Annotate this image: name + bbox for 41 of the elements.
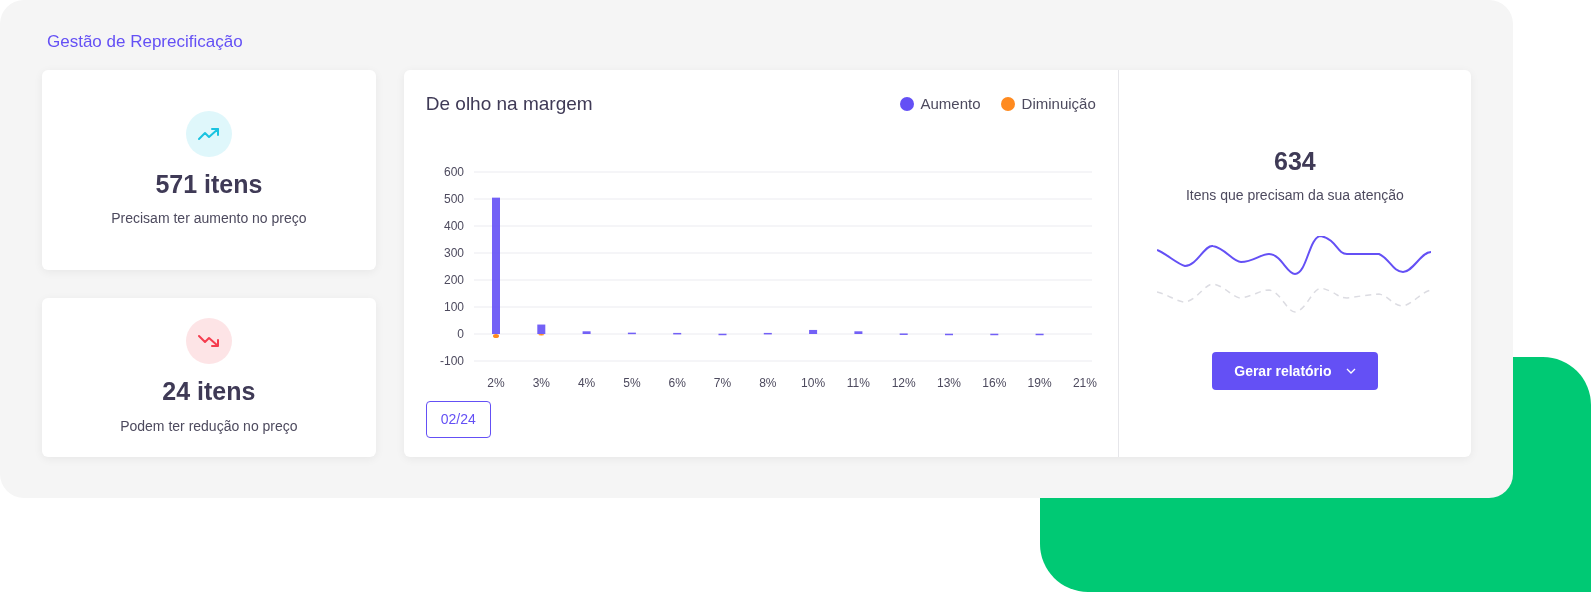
- attention-count: 634: [1274, 146, 1316, 177]
- trending-up-icon: [197, 126, 220, 141]
- x-axis-label: 21%: [1072, 375, 1097, 390]
- x-axis-label: 4%: [577, 375, 596, 390]
- x-axis-label: 16%: [982, 375, 1007, 390]
- x-axis-label: 12%: [891, 375, 916, 390]
- y-axis-label: -100: [439, 353, 464, 368]
- x-axis-label: 13%: [936, 375, 961, 390]
- y-axis-label: 500: [443, 191, 464, 206]
- x-axis-label: 8%: [758, 375, 777, 390]
- y-axis-label: 100: [443, 299, 464, 314]
- legend-label: Aumento: [920, 94, 981, 114]
- y-axis-label: 200: [443, 272, 464, 287]
- bar: [899, 332, 908, 335]
- card-caption: Podem ter redução no preço: [120, 416, 298, 436]
- bar: [582, 330, 591, 334]
- item-count: 571 itens: [155, 168, 263, 200]
- period-button[interactable]: 02/24: [425, 400, 491, 438]
- x-axis-label: 5%: [623, 375, 641, 390]
- card-caption: Precisam ter aumento no preço: [111, 209, 307, 229]
- y-axis-label: 600: [443, 164, 464, 179]
- x-axis-label: 11%: [846, 375, 870, 390]
- section-title: Gestão de Reprecificação: [47, 33, 244, 50]
- x-axis-label: 6%: [668, 375, 686, 390]
- legend-label: Diminuição: [1021, 94, 1096, 114]
- x-axis-label: 10%: [800, 375, 825, 390]
- x-axis-label: 19%: [1027, 375, 1052, 390]
- trending-down-icon: [197, 334, 220, 349]
- y-axis-label: 400: [443, 218, 464, 233]
- attention-caption: Itens que precisam da sua atenção: [1185, 186, 1404, 206]
- item-count: 24 itens: [162, 376, 256, 408]
- y-axis-label: 300: [443, 245, 464, 260]
- bar: [854, 330, 863, 334]
- generate-report-button[interactable]: Gerar relatório: [1212, 352, 1378, 391]
- x-axis-label: 2%: [487, 375, 505, 390]
- chevron-down-icon: [1345, 368, 1356, 375]
- x-axis-label: 3%: [532, 375, 550, 390]
- chart-title: De olho na margem: [425, 92, 593, 116]
- x-axis-label: 7%: [713, 375, 731, 390]
- y-axis-label: 0: [457, 326, 464, 341]
- bar: [808, 329, 817, 334]
